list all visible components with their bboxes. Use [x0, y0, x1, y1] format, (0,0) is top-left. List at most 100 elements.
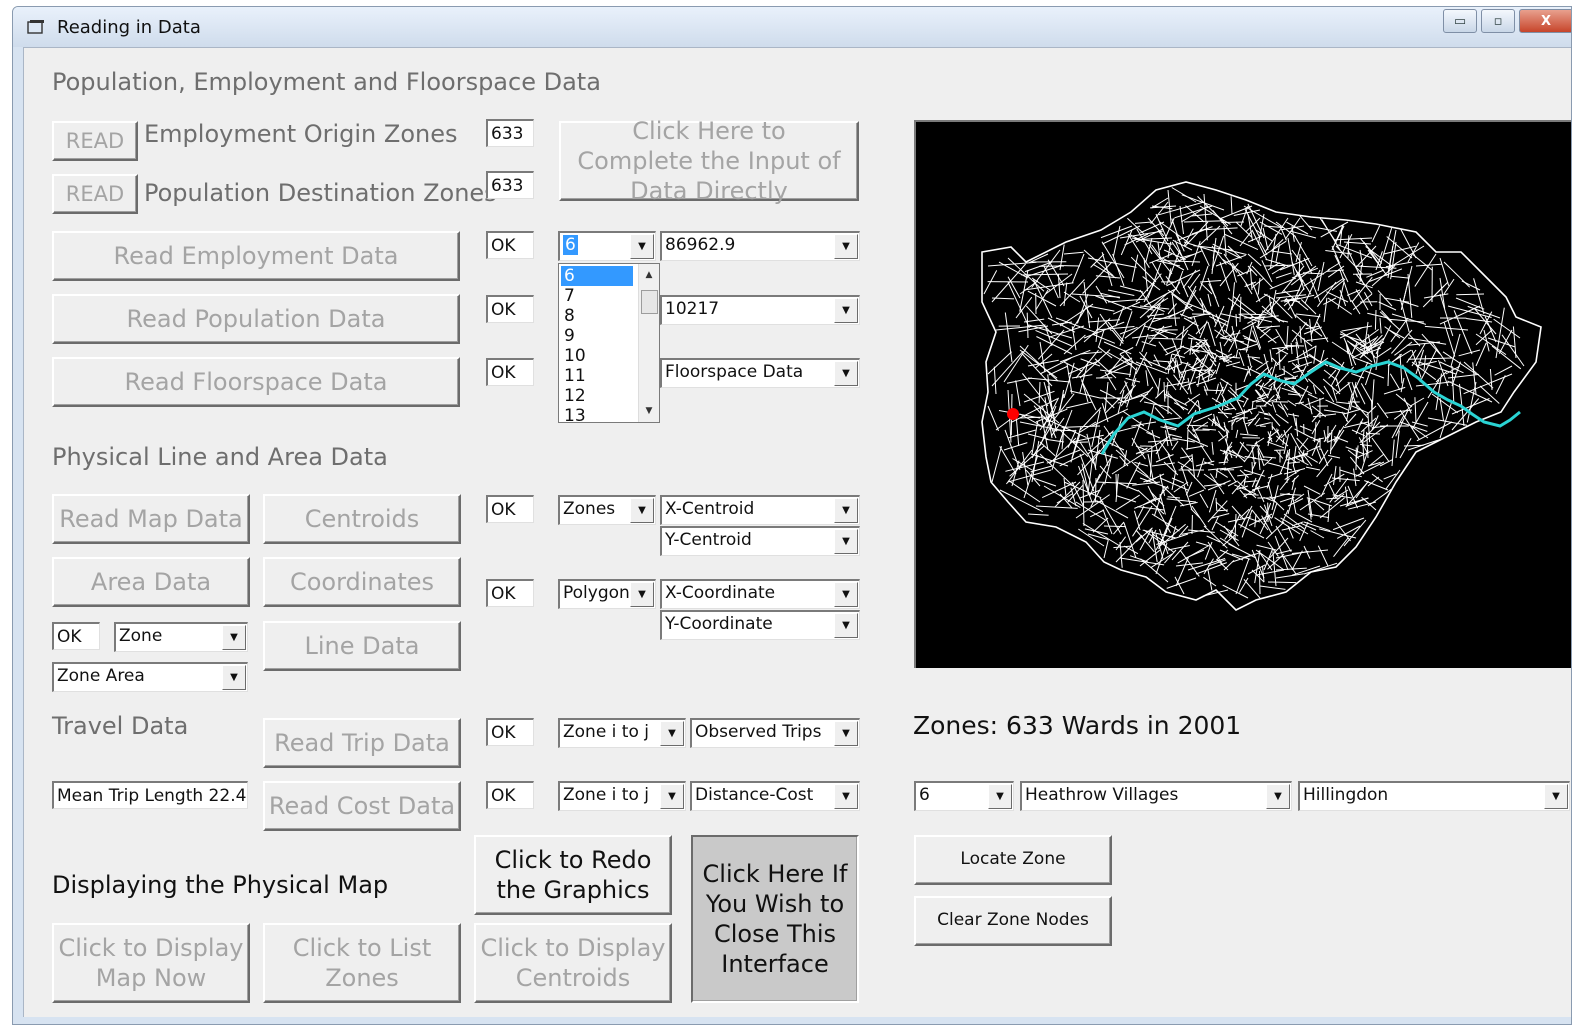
ward-boundary-segment — [1379, 227, 1393, 267]
scroll-thumb[interactable] — [641, 290, 658, 314]
read-cost-data-button[interactable]: Read Cost Data — [263, 781, 461, 831]
selected-zone-number-combo[interactable]: 6 ▼ — [914, 781, 1014, 811]
clear-zone-nodes-button[interactable]: Clear Zone Nodes — [914, 896, 1112, 946]
zone-number-combo[interactable]: 6 ▼ — [558, 231, 656, 261]
ok-population-status[interactable]: OK — [486, 295, 534, 323]
chevron-down-icon[interactable]: ▼ — [834, 361, 858, 386]
display-centroids-button[interactable]: Click to Display Centroids — [474, 923, 672, 1003]
zone-area-combo[interactable]: Zone Area ▼ — [52, 662, 248, 692]
zone-number-dropdown-list[interactable]: 6 7 8 9 10 11 12 13 ▲ ▼ — [558, 263, 660, 423]
list-item[interactable]: 12 — [561, 386, 633, 406]
list-item[interactable]: 6 — [561, 266, 633, 286]
chevron-down-icon[interactable]: ▼ — [834, 582, 858, 607]
chevron-down-icon[interactable]: ▼ — [834, 498, 858, 523]
coordinate-type-combo[interactable]: Polygon ▼ — [558, 579, 656, 609]
redo-graphics-button[interactable]: Click to Redo the Graphics — [474, 835, 672, 915]
chevron-down-icon[interactable]: ▼ — [660, 721, 684, 746]
display-map-button[interactable]: Click to Display Map Now — [52, 923, 250, 1003]
read-employment-data-button[interactable]: Read Employment Data — [52, 231, 460, 281]
ward-boundary-segment — [1268, 412, 1281, 427]
list-item[interactable]: 7 — [561, 286, 633, 306]
scroll-down-icon[interactable]: ▼ — [639, 402, 659, 420]
y-centroid-combo[interactable]: Y-Centroid ▼ — [660, 526, 860, 556]
ok-centroids-status[interactable]: OK — [486, 495, 534, 523]
ok-employment-status[interactable]: OK — [486, 231, 534, 259]
distance-cost-combo[interactable]: Distance-Cost ▼ — [690, 781, 860, 811]
chevron-down-icon[interactable]: ▼ — [630, 234, 654, 259]
zone-name-combo[interactable]: Heathrow Villages ▼ — [1020, 781, 1292, 811]
ward-boundary-segment — [1223, 225, 1227, 256]
chevron-down-icon[interactable]: ▼ — [834, 298, 858, 323]
maximize-button[interactable]: ▫ — [1481, 9, 1515, 33]
read-trip-data-button[interactable]: Read Trip Data — [263, 718, 461, 768]
chevron-down-icon[interactable]: ▼ — [834, 784, 858, 809]
close-interface-button[interactable]: Click Here If You Wish to Close This Int… — [691, 835, 859, 1003]
chevron-down-icon[interactable]: ▼ — [834, 529, 858, 554]
x-centroid-combo[interactable]: X-Centroid ▼ — [660, 495, 860, 525]
x-coordinate-combo[interactable]: X-Coordinate ▼ — [660, 579, 860, 609]
list-item[interactable]: 9 — [561, 326, 633, 346]
chevron-down-icon[interactable]: ▼ — [1266, 784, 1290, 809]
chevron-down-icon[interactable]: ▼ — [630, 498, 654, 523]
complete-input-button[interactable]: Click Here to Complete the Input of Data… — [559, 117, 859, 205]
ok-floorspace-status[interactable]: OK — [486, 358, 534, 386]
ward-boundary-segment — [1267, 472, 1283, 479]
chevron-down-icon[interactable]: ▼ — [630, 582, 654, 607]
ward-boundary-segment — [1374, 309, 1377, 330]
borough-combo[interactable]: Hillingdon ▼ — [1298, 781, 1570, 811]
list-item[interactable]: 13 — [561, 406, 633, 422]
population-destination-zones-count[interactable]: 633 — [486, 171, 534, 199]
centroid-type-combo[interactable]: Zones ▼ — [558, 495, 656, 525]
list-item[interactable]: 11 — [561, 366, 633, 386]
close-button[interactable]: X — [1519, 9, 1571, 33]
list-zones-button[interactable]: Click to List Zones — [263, 923, 461, 1003]
zone-type-combo[interactable]: Zone ▼ — [114, 622, 248, 652]
chevron-down-icon[interactable]: ▼ — [222, 625, 246, 650]
ok-area-status[interactable]: OK — [52, 622, 100, 650]
cost-direction-combo[interactable]: Zone i to j ▼ — [558, 781, 686, 811]
zone-area-value: Zone Area — [57, 666, 145, 686]
chevron-down-icon[interactable]: ▼ — [1544, 784, 1568, 809]
minimize-button[interactable]: ▭ — [1443, 9, 1477, 33]
centroids-button[interactable]: Centroids — [263, 494, 461, 544]
population-value-combo[interactable]: 10217 ▼ — [660, 295, 860, 325]
y-coordinate-combo[interactable]: Y-Coordinate ▼ — [660, 610, 860, 640]
ward-boundary-segment — [1071, 481, 1084, 506]
ok-cost-status[interactable]: OK — [486, 781, 534, 809]
list-item[interactable]: 8 — [561, 306, 633, 326]
map-canvas[interactable] — [914, 120, 1571, 668]
read-population-zones-button[interactable]: READ — [52, 174, 138, 214]
ok-coordinates-status[interactable]: OK — [486, 579, 534, 607]
ward-boundary-segment — [1239, 433, 1258, 437]
chevron-down-icon[interactable]: ▼ — [834, 234, 858, 259]
selected-zone-marker[interactable] — [1007, 408, 1019, 420]
read-map-data-button[interactable]: Read Map Data — [52, 494, 250, 544]
chevron-down-icon[interactable]: ▼ — [988, 784, 1012, 809]
ward-boundary-segment — [1362, 439, 1365, 463]
chevron-down-icon[interactable]: ▼ — [834, 613, 858, 638]
area-data-button[interactable]: Area Data — [52, 557, 250, 607]
chevron-down-icon[interactable]: ▼ — [834, 721, 858, 746]
locate-zone-button[interactable]: Locate Zone — [914, 835, 1112, 885]
ok-trip-status[interactable]: OK — [486, 718, 534, 746]
employment-value-combo[interactable]: 86962.9 ▼ — [660, 231, 860, 261]
employment-origin-zones-count[interactable]: 633 — [486, 119, 534, 147]
scroll-up-icon[interactable]: ▲ — [639, 266, 659, 284]
mean-trip-length-field[interactable]: Mean Trip Length 22.40 — [52, 781, 248, 809]
floorspace-combo[interactable]: Floorspace Data ▼ — [660, 358, 860, 388]
list-item[interactable]: 10 — [561, 346, 633, 366]
read-floorspace-data-button[interactable]: Read Floorspace Data — [52, 357, 460, 407]
trip-direction-combo[interactable]: Zone i to j ▼ — [558, 718, 686, 748]
ward-boundary-segment — [1119, 285, 1144, 293]
read-employment-zones-button[interactable]: READ — [52, 121, 138, 161]
ward-boundary-segment — [1319, 497, 1345, 519]
title-bar[interactable]: Reading in Data ▭ ▫ X — [13, 7, 1571, 47]
employment-value: 86962.9 — [665, 235, 736, 255]
read-population-data-button[interactable]: Read Population Data — [52, 294, 460, 344]
coordinates-button[interactable]: Coordinates — [263, 557, 461, 607]
observed-trips-combo[interactable]: Observed Trips ▼ — [690, 718, 860, 748]
line-data-button[interactable]: Line Data — [263, 621, 461, 671]
chevron-down-icon[interactable]: ▼ — [222, 665, 246, 690]
list-scrollbar[interactable]: ▲ ▼ — [638, 264, 659, 422]
chevron-down-icon[interactable]: ▼ — [660, 784, 684, 809]
